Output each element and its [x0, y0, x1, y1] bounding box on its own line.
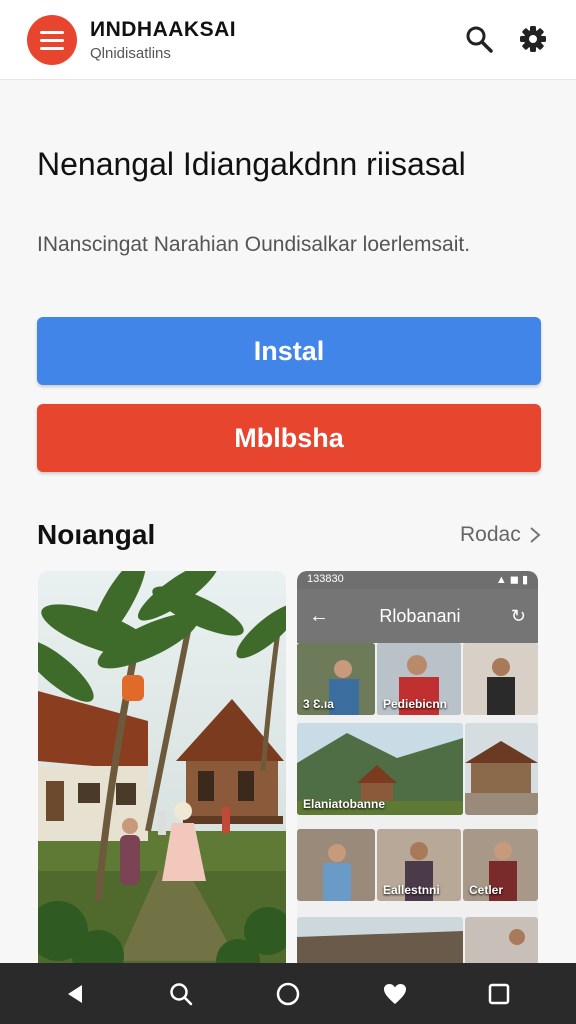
phone-status-icons: ▲ ◼ ▮	[495, 574, 528, 586]
phone-time: 133830	[307, 573, 344, 585]
screenshot-photo-village[interactable]	[38, 571, 286, 971]
refresh-icon: ↻	[510, 605, 526, 626]
main-content: Nenangal Idiangakdnn riisasal INanscinga…	[0, 81, 576, 971]
gallery-thumb-label: Elaniatobanne	[303, 797, 386, 811]
section-more-link[interactable]: Rodac	[460, 523, 541, 547]
back-arrow-icon: ←	[309, 604, 329, 627]
chevron-right-icon	[530, 527, 541, 543]
app-title: ИNDHAAKSAI	[90, 18, 237, 41]
recents-icon[interactable]	[482, 977, 516, 1011]
gallery-thumb-label: Cetler	[469, 883, 504, 897]
home-icon[interactable]	[271, 977, 305, 1011]
gallery-thumb-label: Eallestnni	[383, 883, 440, 897]
gallery-thumb: Cetler	[463, 829, 538, 901]
back-icon[interactable]	[58, 977, 92, 1011]
phone-app-bar: ← Rlobanani ↻	[297, 589, 538, 643]
gallery-thumb-label: Pediebicnn	[383, 697, 448, 711]
gallery-thumb-label: 3 Ɛ.ıa	[303, 697, 334, 711]
heart-icon[interactable]	[378, 977, 412, 1011]
gallery-thumb	[465, 723, 538, 815]
page-description: INanscingat Narahian Oundisalkar loerlem…	[37, 233, 471, 256]
search-icon[interactable]	[462, 22, 496, 56]
gallery-thumb: Eallestnni	[377, 829, 461, 901]
section-more-label: Rodac	[460, 523, 521, 546]
screenshot-phone-gallery[interactable]: 133830 ▲ ◼ ▮ ← Rlobanani ↻ 3 Ɛ.ıa Pedieb…	[297, 571, 538, 971]
gallery-thumb: Elaniatobanne	[297, 723, 463, 815]
section-title: Noıangal	[37, 519, 156, 550]
gallery-thumb	[463, 643, 538, 715]
app-subtitle: Qlnidisatlins	[90, 45, 171, 62]
search-icon[interactable]	[164, 977, 198, 1011]
system-nav-bar	[0, 963, 576, 1024]
install-button[interactable]: Instal	[37, 317, 541, 385]
page-headline: Nenangal Idiangakdnn riisasal	[37, 146, 466, 182]
gallery-thumb: Pediebicnn	[377, 643, 461, 715]
gallery-thumb	[297, 829, 375, 901]
app-bar: ИNDHAAKSAI Qlnidisatlins	[0, 0, 576, 80]
phone-app-title: Rlobanani	[379, 605, 461, 626]
phone-status-bar: 133830 ▲ ◼ ▮	[297, 571, 538, 589]
hamburger-menu-icon[interactable]	[27, 15, 77, 65]
secondary-button[interactable]: Mblbsha	[37, 404, 541, 472]
gear-icon[interactable]	[516, 22, 550, 56]
gallery-thumb: 3 Ɛ.ıa	[297, 643, 375, 715]
